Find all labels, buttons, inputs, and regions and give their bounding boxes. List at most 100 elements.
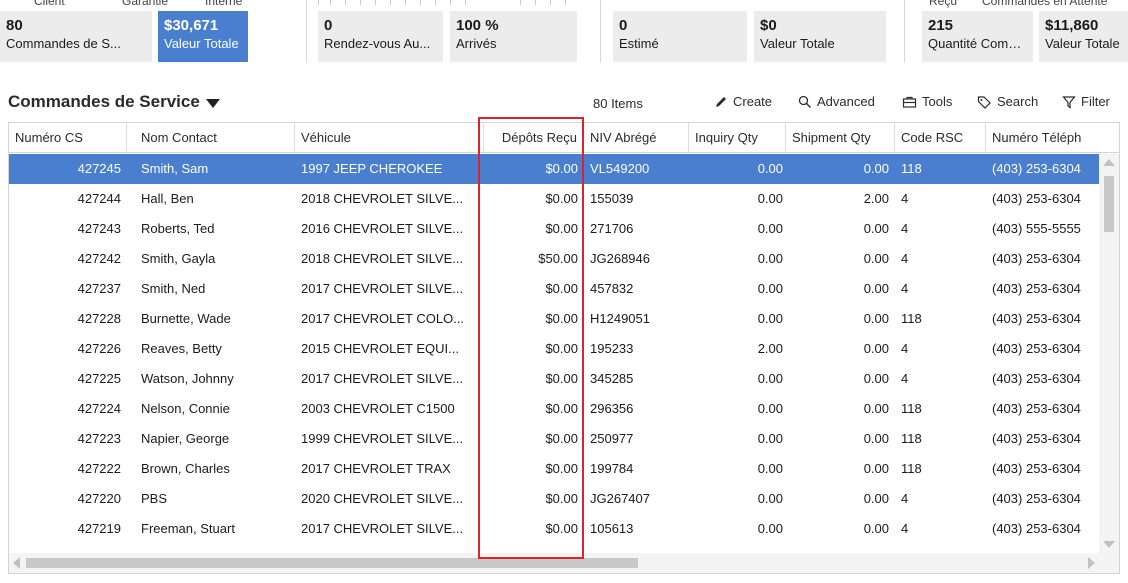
table-row[interactable]: 427225 Watson, Johnny 2017 CHEVROLET SILVE… — [9, 364, 1099, 394]
kpi-tile-ordered-qty[interactable]: 215 Quantité Comm... — [922, 11, 1033, 62]
cell-shipment-qty: 0.00 — [863, 221, 889, 236]
kpi-value: 215 — [928, 17, 954, 34]
kpi-header-attente: Commandes en Attente — [982, 0, 1108, 8]
item-count: 80 Items — [593, 96, 643, 111]
cell-rsc-code: 4 — [901, 341, 909, 356]
scroll-thumb[interactable] — [26, 558, 638, 568]
tools-label: Tools — [922, 94, 953, 109]
cell-phone: (403) 253-6304 — [992, 311, 1081, 326]
cell-contact: Reaves, Betty — [141, 341, 222, 356]
cell-cs-number: 427220 — [77, 491, 121, 506]
search-button[interactable]: Search — [977, 94, 1038, 109]
cell-contact: Smith, Sam — [141, 161, 209, 176]
cell-shipment-qty: 0.00 — [863, 371, 889, 386]
column-header-shipment-qty[interactable]: Shipment Qty — [786, 123, 895, 153]
filter-icon — [1062, 95, 1076, 109]
cell-phone: (403) 253-6304 — [992, 371, 1081, 386]
cell-contact: Brown, Charles — [141, 461, 230, 476]
kpi-label: Arrivés — [456, 36, 497, 51]
cell-shipment-qty: 0.00 — [863, 461, 889, 476]
kpi-divider — [600, 0, 601, 62]
cell-cs-number: 427222 — [77, 461, 121, 476]
kpi-label: Valeur Totale — [164, 36, 239, 51]
scroll-right-icon[interactable] — [1088, 557, 1095, 569]
panel-title-dropdown[interactable]: Commandes de Service — [8, 92, 220, 112]
table-row[interactable]: 427220 PBS 2020 CHEVROLET SILVE... $0.00 JG2… — [9, 484, 1099, 514]
cell-contact: Smith, Gayla — [141, 251, 216, 266]
horizontal-scrollbar[interactable] — [9, 553, 1119, 573]
kpi-tile-estimated-value[interactable]: $0 Valeur Totale — [754, 11, 886, 62]
kpi-tile-pending-value[interactable]: $11,860 Valeur Totale — [1039, 11, 1128, 62]
cell-phone: (403) 253-6304 — [992, 191, 1081, 206]
table-row[interactable]: 427245 Smith, Sam 1997 JEEP CHEROKEE $0.00 V… — [9, 154, 1099, 184]
cell-cs-number: 427237 — [77, 281, 121, 296]
table-row[interactable]: 427237 Smith, Ned 2017 CHEVROLET SILVE... $… — [9, 274, 1099, 304]
kpi-tile-appointments[interactable]: 0 Rendez-vous Au... — [318, 11, 443, 62]
table-row[interactable]: 427228 Burnette, Wade 2017 CHEVROLET COLO.… — [9, 304, 1099, 334]
table-row[interactable]: 427224 Nelson, Connie 2003 CHEVROLET C1500… — [9, 394, 1099, 424]
column-header-vin[interactable]: NIV Abrégé — [584, 123, 689, 153]
vertical-scrollbar[interactable] — [1099, 154, 1119, 554]
kpi-tile-total-value[interactable]: $30,671 Valeur Totale — [158, 11, 248, 62]
kpi-tile-service-orders[interactable]: 80 Commandes de S... — [0, 11, 152, 62]
panel-title: Commandes de Service — [8, 92, 200, 111]
cell-rsc-code: 118 — [901, 401, 922, 416]
column-header-deposits[interactable]: Dépôts Reçu — [484, 123, 584, 153]
table-row[interactable]: 427243 Roberts, Ted 2016 CHEVROLET SILVE..… — [9, 214, 1099, 244]
create-button[interactable]: Create — [714, 94, 772, 109]
scroll-thumb[interactable] — [1104, 176, 1114, 232]
kpi-tile-arrived[interactable]: 100 % Arrivés — [450, 11, 577, 62]
cell-vehicle: 2015 CHEVROLET EQUI... — [301, 341, 459, 356]
table-row[interactable]: 427226 Reaves, Betty 2015 CHEVROLET EQUI..… — [9, 334, 1099, 364]
column-header-cs-number[interactable]: Numéro CS — [9, 123, 127, 153]
cell-phone: (403) 253-6304 — [992, 251, 1081, 266]
cell-phone: (403) 253-6304 — [992, 401, 1081, 416]
advanced-button[interactable]: Advanced — [798, 94, 875, 109]
cell-contact: PBS — [141, 491, 168, 506]
cell-contact: Burnette, Wade — [141, 311, 231, 326]
cell-rsc-code: 4 — [901, 491, 909, 506]
cell-deposits: $0.00 — [545, 431, 578, 446]
scroll-left-icon[interactable] — [13, 557, 20, 569]
cell-vehicle: 2020 CHEVROLET SILVE... — [301, 491, 464, 506]
grid-header: Numéro CS Nom Contact Véhicule Dépôts Re… — [9, 123, 1119, 153]
kpi-value: $11,860 — [1045, 17, 1099, 34]
cell-contact: Napier, George — [141, 431, 230, 446]
cell-vin: 271706 — [590, 221, 634, 236]
cell-deposits: $0.00 — [545, 491, 578, 506]
cell-cs-number: 427242 — [77, 251, 121, 266]
cell-inquiry-qty: 0.00 — [757, 221, 783, 236]
column-header-inquiry-qty[interactable]: Inquiry Qty — [689, 123, 786, 153]
table-row[interactable]: 427222 Brown, Charles 2017 CHEVROLET TRAX $… — [9, 454, 1099, 484]
scroll-down-icon[interactable] — [1103, 541, 1115, 548]
cell-phone: (403) 253-6304 — [992, 491, 1081, 506]
cell-vehicle: 2017 CHEVROLET COLO... — [301, 311, 465, 326]
cell-inquiry-qty: 2.00 — [757, 341, 783, 356]
cell-shipment-qty: 2.00 — [863, 191, 889, 206]
cell-contact: Watson, Johnny — [141, 371, 234, 386]
table-row[interactable]: 427244 Hall, Ben 2018 CHEVROLET SILVE... $0… — [9, 184, 1099, 214]
column-header-rsc-code[interactable]: Code RSC — [895, 123, 986, 153]
scroll-up-icon[interactable] — [1103, 159, 1115, 166]
cell-contact: Smith, Ned — [141, 281, 206, 296]
cell-phone: (403) 253-6304 — [992, 281, 1081, 296]
table-row[interactable]: 427242 Smith, Gayla 2018 CHEVROLET SILVE..… — [9, 244, 1099, 274]
table-row[interactable]: 427219 Freeman, Stuart 2017 CHEVROLET SILV… — [9, 514, 1099, 544]
cell-inquiry-qty: 0.00 — [757, 521, 783, 536]
table-row[interactable]: 427223 Napier, George 1999 CHEVROLET SILVE… — [9, 424, 1099, 454]
cell-cs-number: 427224 — [77, 401, 121, 416]
cell-vin: 296356 — [590, 401, 634, 416]
column-header-vehicle[interactable]: Véhicule — [295, 123, 484, 153]
cell-phone: (403) 253-6304 — [992, 161, 1081, 176]
kpi-header-garantie: Garantie — [122, 0, 169, 8]
cell-vin: 195233 — [590, 341, 634, 356]
cell-vin: JG268946 — [590, 251, 650, 266]
cell-vin: 155039 — [590, 191, 634, 206]
column-header-contact[interactable]: Nom Contact — [135, 123, 295, 153]
filter-button[interactable]: Filter — [1062, 94, 1110, 109]
tools-button[interactable]: Tools — [902, 94, 952, 109]
column-header-phone[interactable]: Numéro Téléph — [986, 123, 1119, 153]
cell-vin: 457832 — [590, 281, 634, 296]
kpi-tile-estimated[interactable]: 0 Estimé — [613, 11, 747, 62]
cell-vehicle: 2017 CHEVROLET TRAX — [301, 461, 451, 476]
